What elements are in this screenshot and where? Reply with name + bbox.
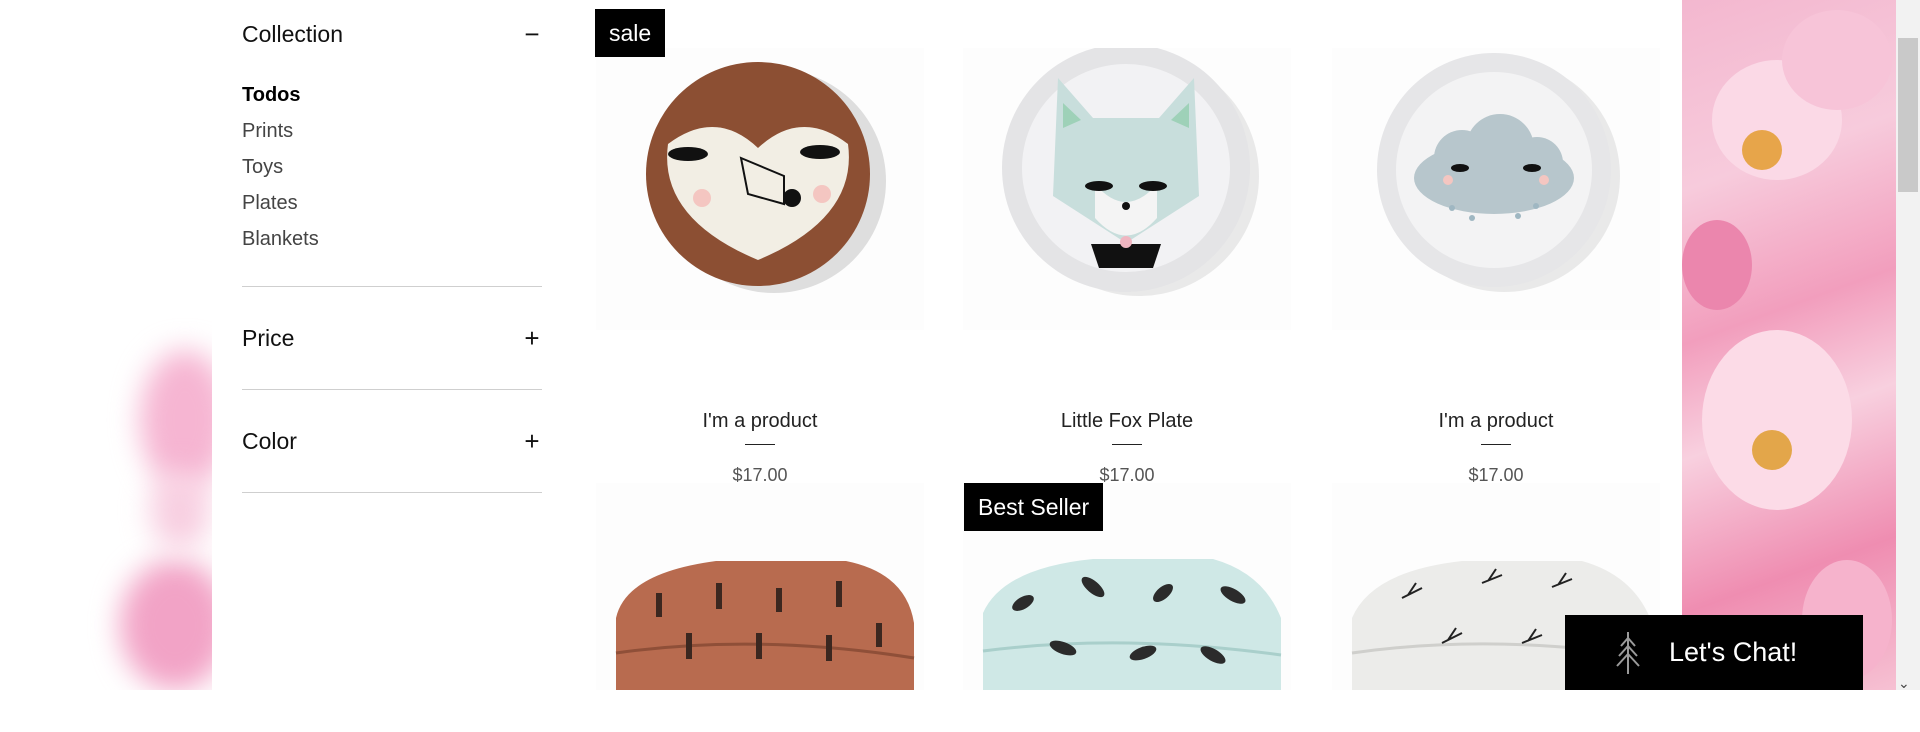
product-name[interactable]: I'm a product — [1332, 410, 1660, 433]
product-image[interactable] — [963, 48, 1291, 330]
expand-icon[interactable]: + — [522, 426, 542, 457]
divider — [745, 444, 775, 445]
product-card[interactable]: I'm a product $17.00 — [1332, 48, 1660, 485]
collapse-icon[interactable]: − — [522, 19, 542, 50]
cloud-plate-image — [1377, 53, 1620, 292]
scrollbar[interactable] — [1896, 0, 1920, 690]
chat-widget-button[interactable]: Let's Chat! — [1565, 615, 1863, 690]
divider — [1481, 444, 1511, 445]
collection-list: Todos Prints Toys Plates Blankets — [242, 82, 319, 262]
divider — [242, 286, 542, 287]
product-name[interactable]: Little Fox Plate — [963, 410, 1291, 433]
collection-item-prints[interactable]: Prints — [242, 118, 319, 154]
scrollbar-thumb[interactable] — [1898, 38, 1918, 192]
divider — [242, 389, 542, 390]
collection-item-todos[interactable]: Todos — [242, 82, 319, 118]
divider — [1112, 444, 1142, 445]
divider — [242, 492, 542, 493]
page-bottom-strip — [0, 690, 1920, 732]
chat-label: Let's Chat! — [1669, 637, 1798, 667]
product-image[interactable] — [596, 48, 924, 330]
collection-item-plates[interactable]: Plates — [242, 190, 319, 226]
product-card[interactable]: Little Fox Plate $17.00 — [963, 48, 1291, 485]
pine-tree-icon — [1616, 631, 1640, 674]
fox-plate-image — [1002, 48, 1259, 296]
color-filter-header[interactable]: Color + — [242, 421, 542, 461]
product-image[interactable] — [596, 483, 924, 690]
background-blossom-right — [1682, 0, 1896, 690]
background-blossom-left — [0, 0, 212, 690]
cactus-blanket-image — [615, 561, 915, 690]
owl-plate-image — [646, 62, 886, 293]
product-name[interactable]: I'm a product — [596, 410, 924, 433]
product-card[interactable]: I'm a product $17.00 — [596, 48, 924, 485]
collection-filter-title: Collection — [242, 20, 343, 47]
sale-ribbon: sale — [595, 9, 666, 57]
color-filter-title: Color — [242, 427, 297, 454]
price-filter-title: Price — [242, 324, 295, 351]
expand-icon[interactable]: + — [522, 323, 542, 354]
best-seller-ribbon: Best Seller — [964, 483, 1104, 531]
collection-item-toys[interactable]: Toys — [242, 154, 319, 190]
scroll-down-arrow-icon[interactable]: ⌄ — [1898, 676, 1910, 690]
product-image[interactable] — [1332, 48, 1660, 330]
collection-filter-header[interactable]: Collection − — [242, 14, 542, 54]
price-filter-header[interactable]: Price + — [242, 318, 542, 358]
collection-item-blankets[interactable]: Blankets — [242, 226, 319, 262]
product-card[interactable] — [596, 483, 924, 690]
